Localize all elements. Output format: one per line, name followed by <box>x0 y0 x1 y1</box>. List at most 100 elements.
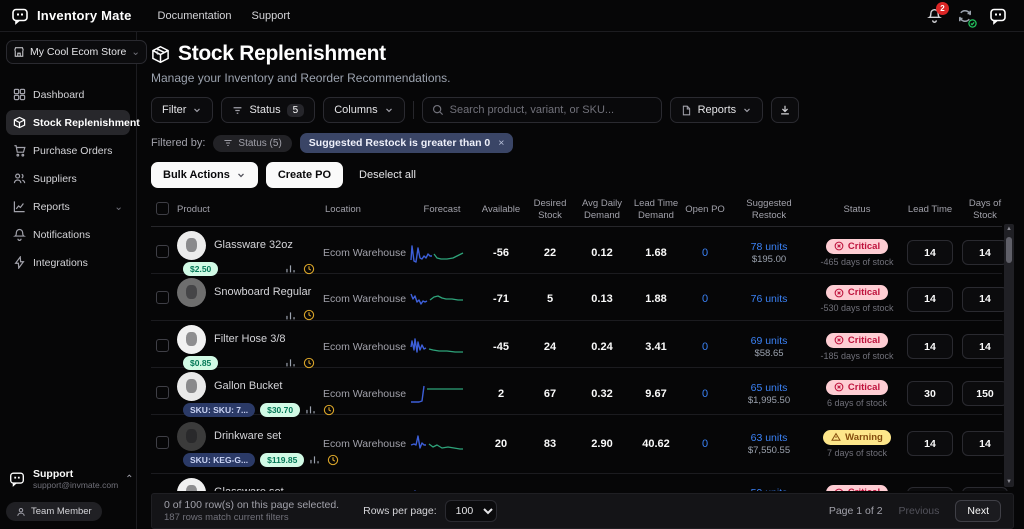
scroll-up-arrow-icon[interactable]: ▲ <box>1004 224 1014 234</box>
days-of-stock-input[interactable] <box>962 240 1008 265</box>
restock-value: $1,995.50 <box>727 395 811 406</box>
status-badge: Critical <box>826 239 888 254</box>
column-header-open-po[interactable]: Open PO <box>683 204 727 216</box>
download-button[interactable] <box>771 97 799 123</box>
deselect-all-button[interactable]: Deselect all <box>351 169 424 181</box>
open-po-link[interactable]: 0 <box>683 388 727 400</box>
lead-time-input[interactable] <box>907 381 953 406</box>
close-icon[interactable]: × <box>498 137 504 149</box>
days-of-stock-input[interactable] <box>962 287 1008 312</box>
row-checkbox[interactable] <box>156 245 169 258</box>
lead-time-input[interactable] <box>907 431 953 456</box>
nav-link-documentation[interactable]: Documentation <box>158 10 232 22</box>
column-header-days-of-stock[interactable]: Days of Stock <box>957 198 1013 222</box>
open-po-link[interactable]: 0 <box>683 341 727 353</box>
nav-link-support[interactable]: Support <box>252 10 291 22</box>
notifications-button[interactable]: 2 <box>927 8 942 23</box>
sidebar-item-label: Reports <box>33 201 70 213</box>
clock-icon[interactable] <box>303 309 315 321</box>
product-name[interactable]: Glassware 32oz <box>214 239 293 251</box>
lead-time-input[interactable] <box>907 287 953 312</box>
create-po-button[interactable]: Create PO <box>266 162 343 188</box>
scrollbar-thumb[interactable] <box>1006 237 1012 263</box>
product-name[interactable]: Drinkware set <box>214 430 281 442</box>
lead-time-input[interactable] <box>907 334 953 359</box>
days-of-stock-input[interactable] <box>962 487 1008 491</box>
status-filter-button[interactable]: Status 5 <box>221 97 315 123</box>
next-page-button[interactable]: Next <box>955 500 1001 522</box>
page-subtitle: Manage your Inventory and Reorder Recomm… <box>151 71 1014 85</box>
rows-per-page-select[interactable]: 100 <box>445 500 497 522</box>
sidebar-item-purchase-orders[interactable]: Purchase Orders <box>6 138 130 163</box>
status-label: Critical <box>848 487 880 490</box>
sidebar-item-integrations[interactable]: Integrations <box>6 250 130 275</box>
status-note: -465 days of stock <box>820 257 893 267</box>
column-header-lead-time[interactable]: Lead Time <box>903 204 957 216</box>
column-header-status[interactable]: Status <box>811 204 903 216</box>
open-po-link[interactable]: 0 <box>683 293 727 305</box>
clock-icon[interactable] <box>327 454 339 466</box>
previous-page-button[interactable]: Previous <box>899 505 940 517</box>
restock-units[interactable]: 59 units <box>727 487 811 490</box>
days-of-stock-input[interactable] <box>962 334 1008 359</box>
restock-units[interactable]: 63 units <box>727 432 811 444</box>
sidebar-item-dashboard[interactable]: Dashboard <box>6 82 130 107</box>
product-name[interactable]: Gallon Bucket <box>214 380 282 392</box>
scroll-down-arrow-icon[interactable]: ▼ <box>1004 477 1014 487</box>
select-all-checkbox[interactable] <box>156 202 169 215</box>
column-header-avg-daily-demand[interactable]: Avg Daily Demand <box>575 198 629 222</box>
sidebar-item-stock-replenishment[interactable]: Stock Replenishment <box>6 110 130 135</box>
sidebar-item-reports[interactable]: Reports ⌄ <box>6 194 130 219</box>
search-input[interactable] <box>450 104 652 116</box>
row-checkbox[interactable] <box>156 291 169 304</box>
column-header-available[interactable]: Available <box>477 204 525 216</box>
restock-units[interactable]: 76 units <box>727 293 811 305</box>
lead-time-input[interactable] <box>907 487 953 491</box>
restock-units[interactable]: 69 units <box>727 335 811 347</box>
lead-time-input[interactable] <box>907 240 953 265</box>
product-name[interactable]: Glassware set <box>214 486 284 490</box>
column-header-forecast[interactable]: Forecast <box>407 204 477 216</box>
filter-button[interactable]: Filter <box>151 97 213 123</box>
table-scrollbar[interactable]: ▲ ▼ <box>1004 224 1014 487</box>
spark-forecast-line <box>429 444 463 449</box>
days-of-stock-input[interactable] <box>962 381 1008 406</box>
sync-status-button[interactable] <box>957 8 973 24</box>
column-header-product[interactable]: Product <box>175 204 323 216</box>
days-of-stock-input[interactable] <box>962 431 1008 456</box>
available-cell: 20 <box>477 438 525 450</box>
restock-units[interactable]: 65 units <box>727 382 811 394</box>
history-chart-icon[interactable] <box>285 310 296 321</box>
columns-button[interactable]: Columns <box>323 97 404 123</box>
toolbar: Filter Status 5 Columns Reports <box>151 97 1014 123</box>
history-chart-icon[interactable] <box>309 454 320 465</box>
open-po-link[interactable]: 0 <box>683 247 727 259</box>
reports-button[interactable]: Reports <box>670 97 764 123</box>
restock-filter-chip[interactable]: Suggested Restock is greater than 0 × <box>300 133 514 153</box>
store-selector[interactable]: My Cool Ecom Store ⌄ <box>6 40 147 64</box>
product-name[interactable]: Filter Hose 3/8 <box>214 333 286 345</box>
history-chart-icon[interactable] <box>285 263 296 274</box>
user-avatar[interactable] <box>988 6 1008 26</box>
role-badge[interactable]: Team Member <box>6 502 102 521</box>
status-filter-chip[interactable]: Status (5) <box>213 135 291 152</box>
support-account[interactable]: Support support@invmate.com ⌃ <box>6 464 130 494</box>
bulk-actions-button[interactable]: Bulk Actions <box>151 162 258 188</box>
history-chart-icon[interactable] <box>285 357 296 368</box>
column-header-lead-time-demand[interactable]: Lead Time Demand <box>629 198 683 222</box>
column-header-suggested-restock[interactable]: Suggested Restock <box>727 198 811 222</box>
desired-stock-cell: 83 <box>525 438 575 450</box>
open-po-link[interactable]: 0 <box>683 438 727 450</box>
sidebar-item-suppliers[interactable]: Suppliers <box>6 166 130 191</box>
history-chart-icon[interactable] <box>305 404 316 415</box>
row-checkbox[interactable] <box>156 386 169 399</box>
column-header-location[interactable]: Location <box>323 204 407 216</box>
row-checkbox[interactable] <box>156 436 169 449</box>
column-header-desired-stock[interactable]: Desired Stock <box>525 198 575 222</box>
row-checkbox[interactable] <box>156 339 169 352</box>
restock-units[interactable]: 78 units <box>727 241 811 253</box>
sidebar-item-notifications[interactable]: Notifications <box>6 222 130 247</box>
product-name[interactable]: Snowboard Regular <box>214 286 311 298</box>
sidebar-nav: Dashboard Stock Replenishment Purchase O… <box>6 82 130 275</box>
search-box[interactable] <box>422 97 662 123</box>
